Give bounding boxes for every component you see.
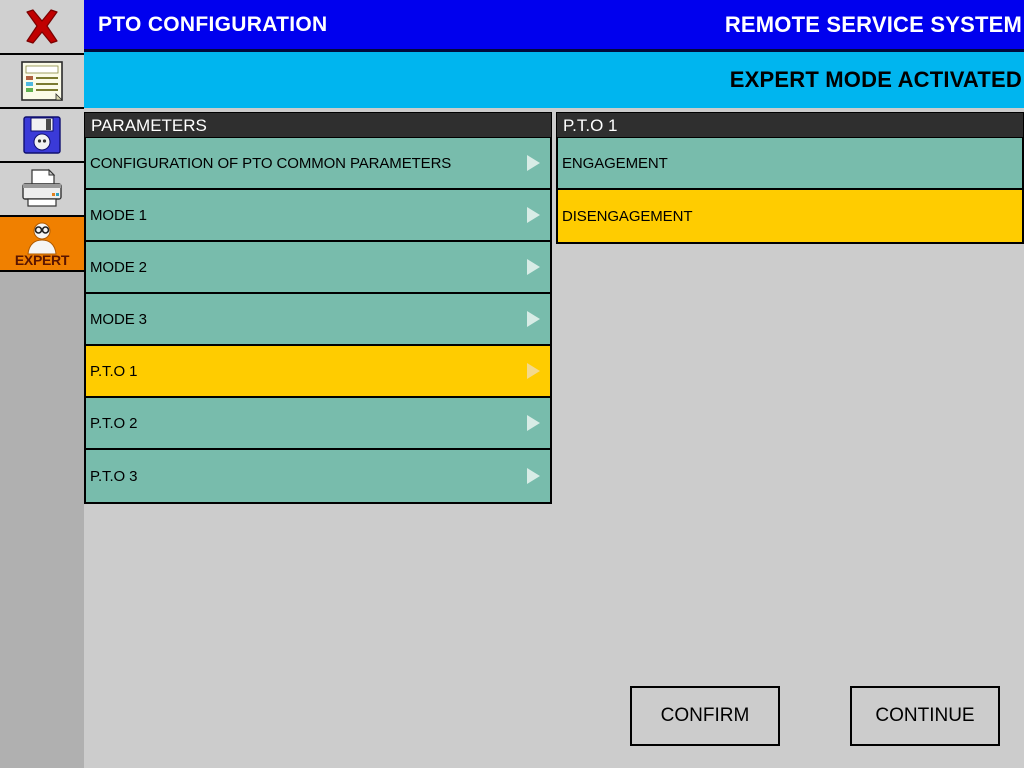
list-item-label: P.T.O 3 [90,467,138,485]
save-icon [21,114,63,156]
parameters-panel: PARAMETERS CONFIGURATION OF PTO COMMON P… [84,112,552,504]
chevron-right-icon [527,311,540,327]
print-button[interactable] [0,163,84,217]
chevron-right-icon [527,415,540,431]
list-item-label: P.T.O 2 [90,414,138,432]
document-button[interactable] [0,55,84,109]
close-button[interactable] [0,0,84,55]
status-badge: EXPERT MODE ACTIVATED [729,67,1022,92]
pto-detail-list: ENGAGEMENT DISENGAGEMENT [556,137,1024,244]
expert-icon [22,221,62,255]
chevron-right-icon [527,468,540,484]
parameters-panel-header: PARAMETERS [84,112,552,137]
list-item-label: MODE 3 [90,310,147,328]
list-item-label: MODE 1 [90,206,147,224]
system-name: REMOTE SERVICE SYSTEM [724,11,1022,37]
chevron-right-icon [527,207,540,223]
confirm-button[interactable]: CONFIRM [630,686,780,746]
document-icon [20,60,64,102]
list-item[interactable]: P.T.O 3 [86,450,550,502]
list-item-selected[interactable]: P.T.O 1 [86,346,550,398]
list-item[interactable]: MODE 3 [86,294,550,346]
parameters-list: CONFIGURATION OF PTO COMMON PARAMETERS M… [84,137,552,504]
page-title: PTO CONFIGURATION [98,12,328,36]
chevron-right-icon [527,259,540,275]
title-bar: PTO CONFIGURATION REMOTE SERVICE SYSTEM [84,0,1024,52]
close-icon [20,8,64,45]
list-item-label: ENGAGEMENT [562,154,668,172]
expert-mode-button[interactable]: EXPERT [0,217,84,272]
list-item-label: CONFIGURATION OF PTO COMMON PARAMETERS [90,154,452,172]
pto-detail-panel: P.T.O 1 ENGAGEMENT DISENGAGEMENT [556,112,1024,244]
list-item-label: DISENGAGEMENT [562,207,693,225]
expert-label: EXPERT [14,251,70,268]
list-item-label: P.T.O 1 [90,362,138,380]
save-button[interactable] [0,109,84,163]
list-item[interactable]: MODE 2 [86,242,550,294]
list-item-label: MODE 2 [90,258,147,276]
footer-actions: CONFIRM CONTINUE [84,686,1024,768]
list-item[interactable]: MODE 1 [86,190,550,242]
chevron-right-icon [527,363,540,379]
print-icon [19,168,65,210]
mode-status-bar: EXPERT MODE ACTIVATED [84,52,1024,108]
list-item[interactable]: ENGAGEMENT [558,138,1022,190]
chevron-right-icon [527,155,540,171]
list-item[interactable]: CONFIGURATION OF PTO COMMON PARAMETERS [86,138,550,190]
continue-button[interactable]: CONTINUE [850,686,1000,746]
pto-detail-panel-header: P.T.O 1 [556,112,1024,137]
list-item-selected[interactable]: DISENGAGEMENT [558,190,1022,242]
left-toolbar: EXPERT [0,0,84,768]
list-item[interactable]: P.T.O 2 [86,398,550,450]
